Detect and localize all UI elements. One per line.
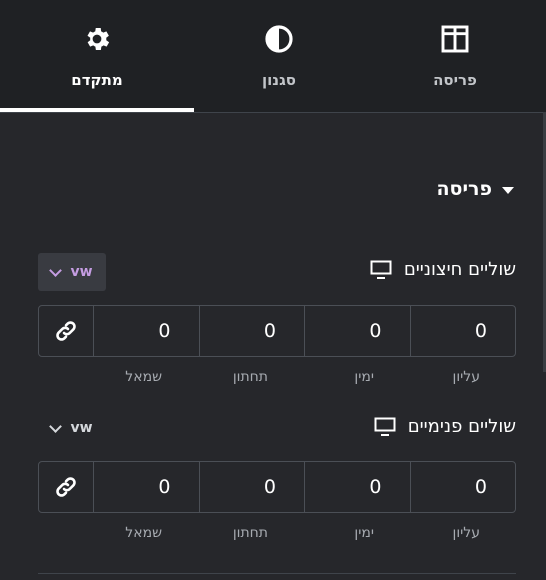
tab-advanced-label: מתקדם [71,71,123,89]
padding-left-input[interactable]: 0 [94,462,200,512]
padding-label-row: שוליים פנימיים [374,416,516,437]
side-label-bottom: תחתון [232,369,268,385]
layout-columns-icon [438,22,472,56]
chevron-down-icon [49,263,63,277]
tab-style[interactable]: סגנון [194,0,364,112]
margin-unit-value: vw [70,264,93,280]
active-tab-indicator [0,108,194,112]
gear-icon [80,22,114,56]
chevron-down-icon [49,419,63,433]
padding-right-input[interactable]: 0 [305,462,411,512]
side-label-right: ימין [354,369,374,385]
margin-side-labels: שמאל תחתון ימין עליון [92,369,516,385]
padding-top-input[interactable]: 0 [411,462,516,512]
caret-down-icon [502,186,514,194]
padding-unit-select[interactable]: vw [38,409,106,447]
panel-tabs: מתקדם סגנון פריסה [0,0,546,113]
section-title: פריסה [436,178,493,200]
tab-advanced[interactable]: מתקדם [0,0,194,112]
link-values-button[interactable] [39,462,94,512]
padding-side-labels: שמאל תחתון ימין עליון [92,525,516,541]
side-label-left: שמאל [125,525,162,541]
link-values-button[interactable] [39,306,94,356]
desktop-icon[interactable] [370,260,392,279]
tab-layout[interactable]: פריסה [364,0,546,112]
tab-style-label: סגנון [262,71,296,89]
margin-right-input[interactable]: 0 [305,306,411,356]
margin-label-row: שוליים חיצוניים [370,259,516,280]
side-label-top: עליון [452,525,480,541]
margin-dimensions: 0 0 0 0 [38,305,516,357]
side-label-right: ימין [354,525,374,541]
padding-unit-value: vw [70,420,93,436]
contrast-icon [262,22,296,56]
padding-dimensions: 0 0 0 0 [38,461,516,513]
margin-top-input[interactable]: 0 [411,306,516,356]
padding-bottom-input[interactable]: 0 [200,462,305,512]
margin-unit-select[interactable]: vw [38,253,106,291]
side-label-top: עליון [452,369,480,385]
section-layout-toggle[interactable]: פריסה [436,178,514,200]
padding-label: שוליים פנימיים [407,416,516,437]
side-label-bottom: תחתון [232,525,268,541]
divider [38,573,516,574]
margin-left-input[interactable]: 0 [94,306,200,356]
desktop-icon[interactable] [374,417,396,436]
margin-label: שוליים חיצוניים [403,259,516,280]
tab-layout-label: פריסה [433,71,477,89]
margin-bottom-input[interactable]: 0 [200,306,305,356]
side-label-left: שמאל [125,369,162,385]
